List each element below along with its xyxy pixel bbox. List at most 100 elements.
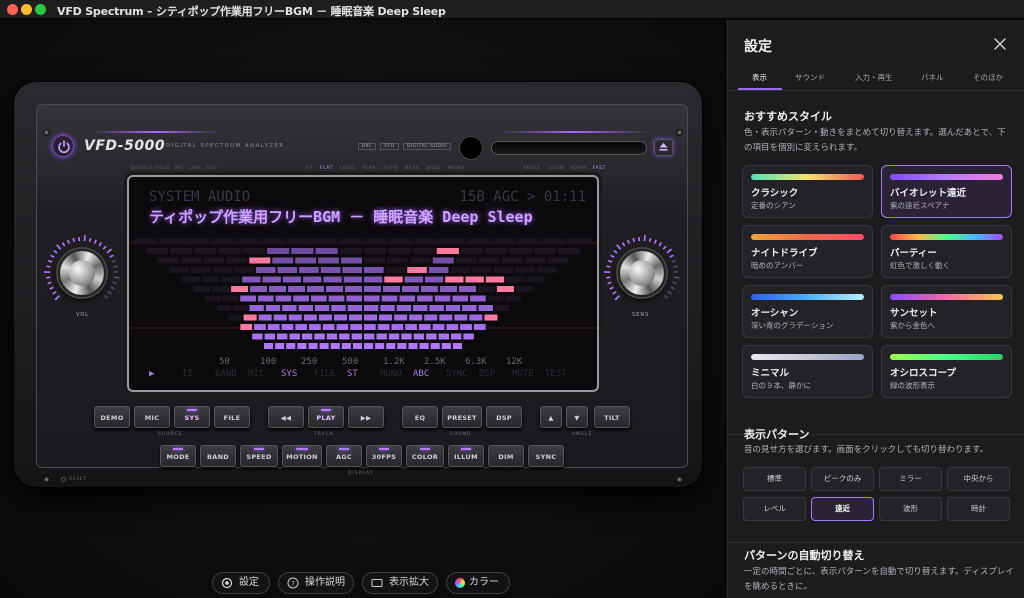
zoom-window-button[interactable] [35, 4, 46, 15]
eq-button[interactable]: EQ [402, 406, 438, 428]
knob-tick [606, 276, 611, 279]
style-card[interactable]: ナイトドライブ 暗めのアンバー [742, 225, 873, 278]
volume-knob-cap[interactable] [58, 249, 106, 297]
spectrum-cell [408, 343, 418, 349]
pattern-button[interactable]: 中央から [947, 467, 1010, 491]
tab-input-playback[interactable]: 入力・再生 [855, 72, 893, 83]
spectrum-cell-off [388, 248, 411, 254]
spectrum-cell [319, 343, 329, 349]
zoom-display-button[interactable]: 表示拡大 [362, 572, 438, 594]
spectrum-cell [364, 324, 376, 330]
mode-indicator: PEAK [362, 166, 377, 171]
spectrum-cell [277, 333, 288, 340]
knob-tick [52, 291, 57, 295]
style-card[interactable]: クラシック 定番のシアン [742, 165, 873, 218]
pattern-button[interactable]: 標準 [743, 467, 806, 491]
style-card[interactable]: オーシャン 深い青のグラデーション [742, 285, 873, 338]
angle-down-button[interactable]: ▼ [566, 406, 588, 428]
play-button[interactable]: PLAY [308, 406, 344, 428]
source-mic-button[interactable]: MIC [134, 406, 170, 428]
angle-up-button[interactable]: ▲ [540, 406, 562, 428]
source-demo-button[interactable]: DEMO [94, 406, 130, 428]
volume-knob[interactable] [42, 233, 122, 313]
knob-tick [613, 249, 618, 254]
style-color-bar [751, 174, 864, 180]
sensitivity-knob[interactable] [602, 233, 682, 313]
display-indicator: FILE [314, 369, 336, 379]
pattern-button[interactable]: ピークのみ [811, 467, 874, 491]
display-illum-button[interactable]: ILLUM [448, 445, 484, 467]
knob-tick [607, 281, 612, 285]
spectrum-cell [322, 324, 335, 330]
display-30fps-button[interactable]: 30FPS [366, 445, 402, 467]
source-file-button[interactable]: FILE [214, 406, 250, 428]
source-sys-button[interactable]: SYS [174, 406, 210, 428]
display-indicator: ST [347, 369, 358, 379]
display-mode-button[interactable]: MODE [160, 445, 196, 467]
previous-track-button[interactable]: ◀◀ [268, 406, 304, 428]
next-track-button[interactable]: ▶▶ [348, 406, 384, 428]
knob-tick [47, 259, 53, 263]
spectrum-cell-off [412, 248, 435, 254]
help-button[interactable]: ? 操作説明 [278, 572, 354, 594]
close-window-button[interactable] [7, 4, 18, 15]
spectrum-cell-off [385, 267, 406, 273]
window-title: VFD Spectrum – シティポップ作業用フリーBGM － 睡眠音楽 De… [57, 5, 446, 18]
tilt-button[interactable]: TILT [594, 406, 630, 428]
spectrum-cell-off [415, 238, 439, 245]
eject-button[interactable] [654, 139, 673, 156]
knob-tick [671, 259, 677, 263]
minimize-window-button[interactable] [21, 4, 32, 15]
spectrum-cell [275, 295, 292, 302]
pattern-button[interactable]: レベル [743, 497, 806, 521]
power-button[interactable] [52, 135, 74, 157]
frequency-label: 2.5K [424, 357, 446, 367]
style-name: クラシック [751, 188, 799, 199]
spectrum-cell [432, 257, 454, 264]
display-dim-button[interactable]: DIM [488, 445, 524, 467]
style-card[interactable]: オシロスコープ 緑の波形表示 [881, 345, 1012, 398]
preset-button[interactable]: PRESET [442, 406, 482, 428]
tab-sound[interactable]: サウンド [795, 72, 825, 83]
spectrum-cell-off [505, 295, 522, 302]
display-indicators: ▶ II BAND MIC SYS FILE ST MONO ABC SYNC DSP MUTE TES… [129, 369, 597, 379]
pattern-button[interactable]: 時計 [947, 497, 1010, 521]
pattern-button[interactable]: ミラー [879, 467, 942, 491]
sensitivity-knob-cap[interactable] [618, 249, 666, 297]
display-color-button[interactable]: COLOR [406, 445, 444, 467]
tab-display[interactable]: 表示 [752, 72, 767, 83]
badge: VFD [380, 143, 399, 150]
spectrum-cell [288, 314, 302, 321]
spectrum-cell [364, 343, 374, 349]
display-motion-button[interactable]: MOTION [282, 445, 322, 467]
display-agc-button[interactable]: AGC [326, 445, 362, 467]
spectrum-cell [330, 343, 340, 349]
svg-text:?: ? [291, 580, 295, 588]
dsp-button[interactable]: DSP [486, 406, 522, 428]
vfd-display[interactable]: SYSTEM AUDIO 15B AGC > 01:11 ティポップ作業用フリー… [127, 175, 599, 392]
style-card[interactable]: パーティー 虹色で激しく動く [881, 225, 1012, 278]
knob-tick [606, 265, 611, 268]
settings-button[interactable]: 設定 [212, 572, 270, 594]
style-card[interactable]: サンセット 紫から金色へ [881, 285, 1012, 338]
style-card[interactable]: バイオレット遠近 紫の遠近スペアナ [881, 165, 1012, 218]
screw-icon [43, 129, 50, 136]
pattern-button[interactable]: 波形 [879, 497, 942, 521]
source-field-indicator: SOURCE FIELD MIC LINE FILE [131, 166, 218, 171]
mode-indicator: MONO [447, 166, 465, 171]
tab-divider [728, 90, 1024, 91]
spectrum-cell-off [568, 238, 592, 245]
style-card[interactable]: ミニマル 白の９本、静かに [742, 345, 873, 398]
close-icon[interactable] [993, 37, 1007, 51]
jog-dial[interactable] [459, 136, 483, 160]
pattern-button[interactable]: 遠近 [811, 497, 874, 521]
display-sync-button[interactable]: SYNC [528, 445, 564, 467]
color-button[interactable]: カラー [446, 572, 510, 594]
tab-other[interactable]: そのほか [973, 72, 1003, 83]
display-band-button[interactable]: BAND [200, 445, 236, 467]
tab-panel[interactable]: パネル [921, 72, 944, 83]
style-name: オーシャン [751, 308, 799, 319]
knob-tick [626, 239, 631, 244]
display-speed-button[interactable]: SPEED [240, 445, 278, 467]
reset-pinhole[interactable] [61, 477, 66, 482]
